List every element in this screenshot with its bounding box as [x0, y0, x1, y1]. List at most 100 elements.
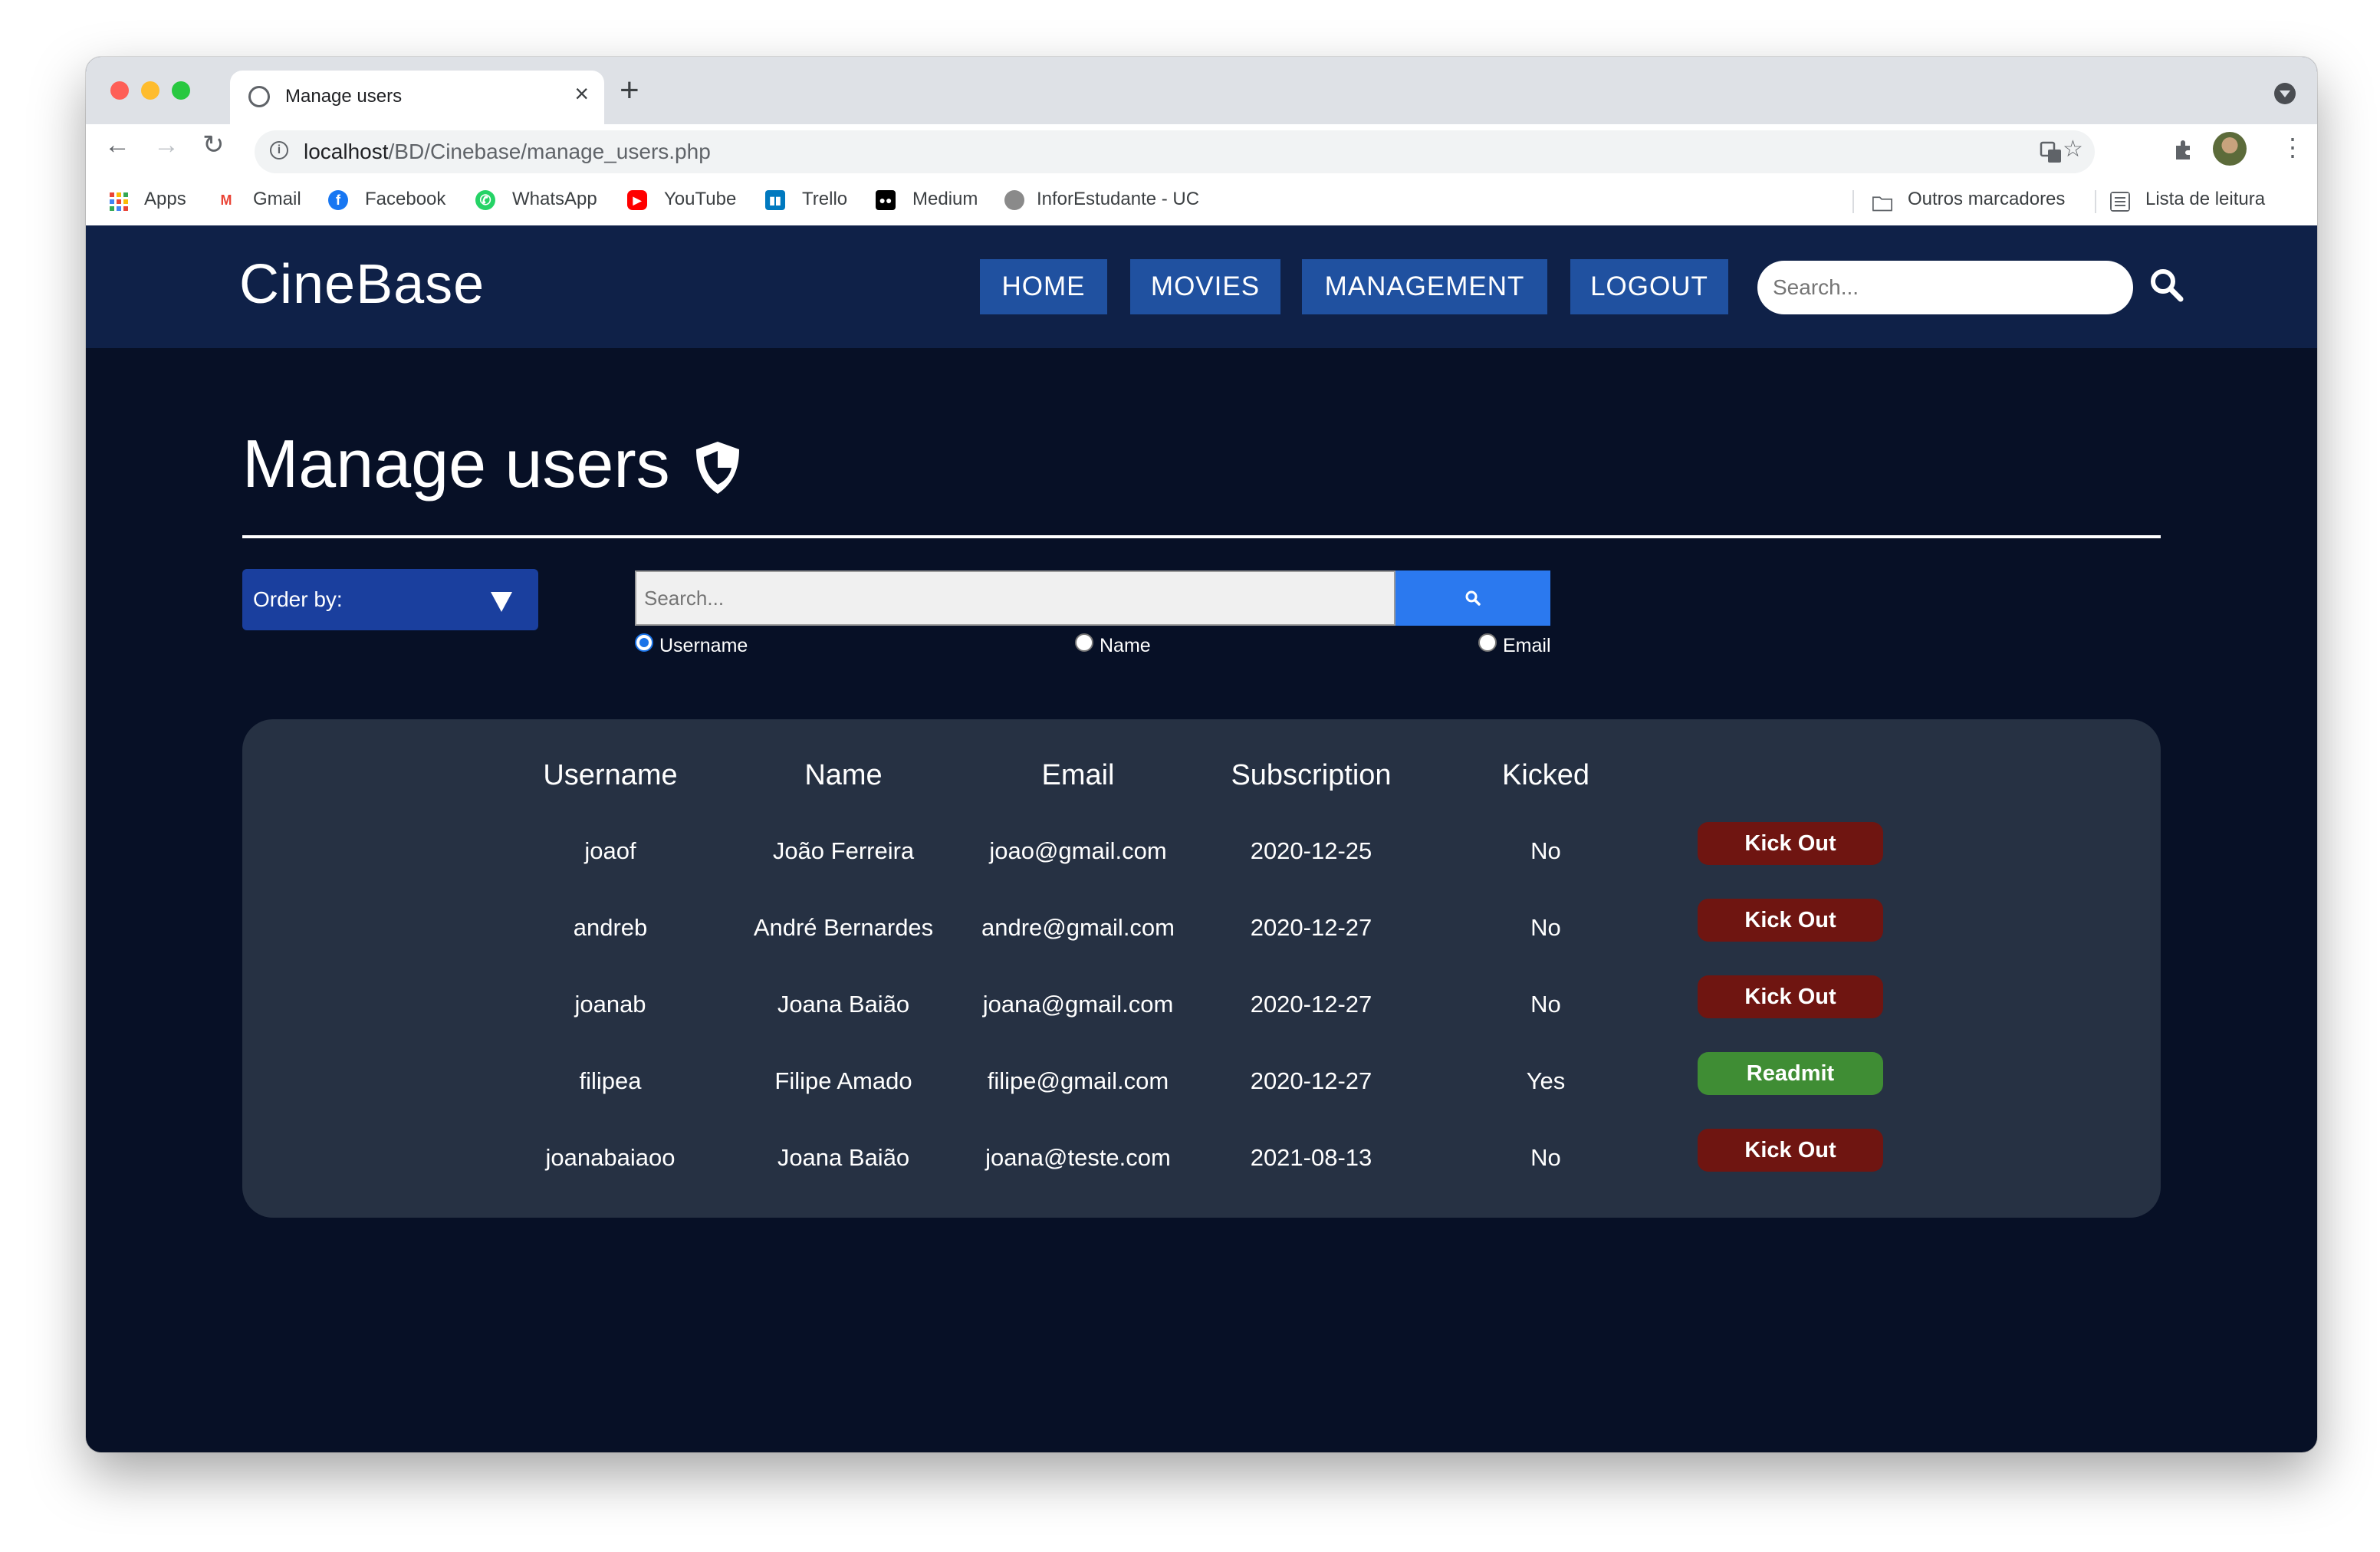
site-info-icon[interactable]: i — [270, 141, 288, 159]
filter-email-label: Email — [1503, 635, 1551, 656]
minimize-window-button[interactable] — [141, 81, 159, 100]
back-icon[interactable]: ← — [104, 132, 130, 158]
filter-name-radio[interactable] — [1075, 633, 1093, 652]
url-text[interactable]: localhost/BD/Cinebase/manage_users.php — [304, 140, 711, 164]
tab-strip: Manage users × + — [86, 57, 2317, 124]
cell-name: Joana Baião — [777, 1144, 910, 1171]
cell-username: filipea — [579, 1067, 642, 1094]
address-bar[interactable]: i localhost/BD/Cinebase/manage_users.php… — [255, 130, 2095, 173]
bookmark-star-icon[interactable]: ☆ — [2063, 138, 2083, 161]
filter-name-label: Name — [1100, 635, 1151, 656]
reading-list[interactable]: Lista de leitura — [2145, 189, 2265, 210]
kick-out-button[interactable]: Kick Out — [1698, 1129, 1883, 1172]
gmail-icon: M — [216, 190, 236, 210]
bookmark-inforestudante[interactable]: InforEstudante - UC — [1037, 189, 1199, 210]
user-search-input[interactable] — [635, 570, 1395, 626]
filter-email-radio[interactable] — [1478, 633, 1497, 652]
site-header: CineBase HOME MOVIES MANAGEMENT LOGOUT — [86, 225, 2317, 348]
maximize-window-button[interactable] — [172, 81, 190, 100]
reload-icon[interactable]: ↻ — [202, 132, 225, 158]
cell-username: joanab — [574, 991, 646, 1018]
bookmark-trello[interactable]: Trello — [802, 189, 847, 210]
cell-subscription: 2021-08-13 — [1250, 1144, 1372, 1171]
cell-email: joana@gmail.com — [982, 991, 1174, 1018]
url-host: localhost — [304, 140, 389, 163]
table-row: joanab Joana Baião joana@gmail.com 2020-… — [242, 975, 2161, 1037]
tab-close-icon[interactable]: × — [574, 81, 589, 106]
users-table: Username Name Email Subscription Kicked … — [242, 719, 2161, 1218]
close-window-button[interactable] — [110, 81, 129, 100]
cell-email: andre@gmail.com — [981, 914, 1175, 941]
youtube-icon: ▶ — [627, 190, 647, 210]
browser-toolbar: ← → ↻ i localhost/BD/Cinebase/manage_use… — [86, 124, 2317, 178]
folder-icon — [1872, 196, 1892, 212]
tab-search-icon[interactable] — [2274, 83, 2296, 104]
browser-window: Manage users × + ← → ↻ i localhost/BD/Ci… — [86, 57, 2317, 1452]
table-row: joaof João Ferreira joao@gmail.com 2020-… — [242, 822, 2161, 883]
translate-icon[interactable] — [2040, 141, 2063, 164]
nav-logout[interactable]: LOGOUT — [1570, 259, 1728, 314]
kick-out-button[interactable]: Kick Out — [1698, 822, 1883, 865]
bookmark-medium[interactable]: Medium — [912, 189, 978, 210]
apps-grid-icon — [110, 192, 128, 211]
tab-title: Manage users — [285, 86, 403, 107]
table-row: andreb André Bernardes andre@gmail.com 2… — [242, 899, 2161, 960]
dropdown-arrow-icon — [491, 592, 512, 612]
cell-subscription: 2020-12-25 — [1250, 837, 1372, 864]
order-by-dropdown[interactable]: Order by: — [242, 569, 538, 630]
page-title: Manage users — [242, 426, 670, 501]
cell-email: filipe@gmail.com — [987, 1067, 1169, 1094]
trello-icon: ▮▮ — [765, 190, 785, 210]
bookmark-whatsapp[interactable]: WhatsApp — [512, 189, 597, 210]
cell-subscription: 2020-12-27 — [1250, 1067, 1372, 1094]
active-tab[interactable]: Manage users × — [230, 71, 604, 124]
reading-list-icon — [2110, 192, 2130, 212]
nav-management[interactable]: MANAGEMENT — [1302, 259, 1547, 314]
bookmark-facebook[interactable]: Facebook — [365, 189, 445, 210]
cell-kicked: No — [1530, 1144, 1561, 1171]
order-by-label: Order by: — [253, 587, 343, 611]
cell-name: João Ferreira — [772, 837, 915, 864]
cell-name: André Bernardes — [753, 914, 934, 941]
kick-out-button[interactable]: Kick Out — [1698, 899, 1883, 942]
cell-kicked: No — [1530, 837, 1561, 864]
bookmarks-separator — [1852, 190, 1854, 213]
header-email: Email — [1041, 759, 1115, 791]
forward-icon[interactable]: → — [153, 132, 179, 158]
cell-email: joao@gmail.com — [989, 837, 1167, 864]
table-row: filipea Filipe Amado filipe@gmail.com 20… — [242, 1052, 2161, 1113]
cell-subscription: 2020-12-27 — [1250, 914, 1372, 941]
nav-movies[interactable]: MOVIES — [1130, 259, 1280, 314]
whatsapp-icon: ✆ — [475, 190, 495, 210]
new-tab-button[interactable]: + — [620, 74, 639, 107]
cell-name: Filipe Amado — [774, 1067, 912, 1094]
cell-kicked: No — [1530, 914, 1561, 941]
filter-username-label: Username — [659, 635, 748, 656]
title-divider — [242, 535, 2161, 538]
cell-username: joaof — [584, 837, 636, 864]
nav-home[interactable]: HOME — [980, 259, 1107, 314]
browser-menu-icon[interactable]: ⋮ — [2280, 135, 2305, 159]
user-search-button[interactable] — [1395, 570, 1550, 626]
cell-username: joanabaiaoo — [545, 1144, 676, 1171]
tab-favicon-icon — [248, 86, 270, 107]
readmit-button[interactable]: Readmit — [1698, 1052, 1883, 1095]
bookmarks-separator-2 — [2095, 190, 2096, 213]
bookmarks-bar: Apps M Gmail f Facebook ✆ WhatsApp ▶ You… — [86, 178, 2317, 226]
bookmark-youtube[interactable]: YouTube — [664, 189, 736, 210]
header-subscription: Subscription — [1231, 759, 1392, 791]
site-search-input[interactable] — [1757, 261, 2133, 314]
header-name: Name — [804, 759, 883, 791]
facebook-icon: f — [328, 190, 348, 210]
cell-name: Joana Baião — [777, 991, 910, 1018]
other-bookmarks[interactable]: Outros marcadores — [1908, 189, 2065, 210]
kick-out-button[interactable]: Kick Out — [1698, 975, 1883, 1018]
bookmark-apps[interactable]: Apps — [144, 189, 186, 210]
extensions-icon[interactable] — [2173, 138, 2196, 161]
search-icon[interactable] — [2148, 267, 2185, 304]
site-logo[interactable]: CineBase — [239, 253, 485, 316]
filter-username-radio[interactable] — [635, 633, 653, 652]
profile-avatar[interactable] — [2213, 132, 2247, 166]
bookmark-gmail[interactable]: Gmail — [253, 189, 301, 210]
cell-kicked: No — [1530, 991, 1561, 1018]
